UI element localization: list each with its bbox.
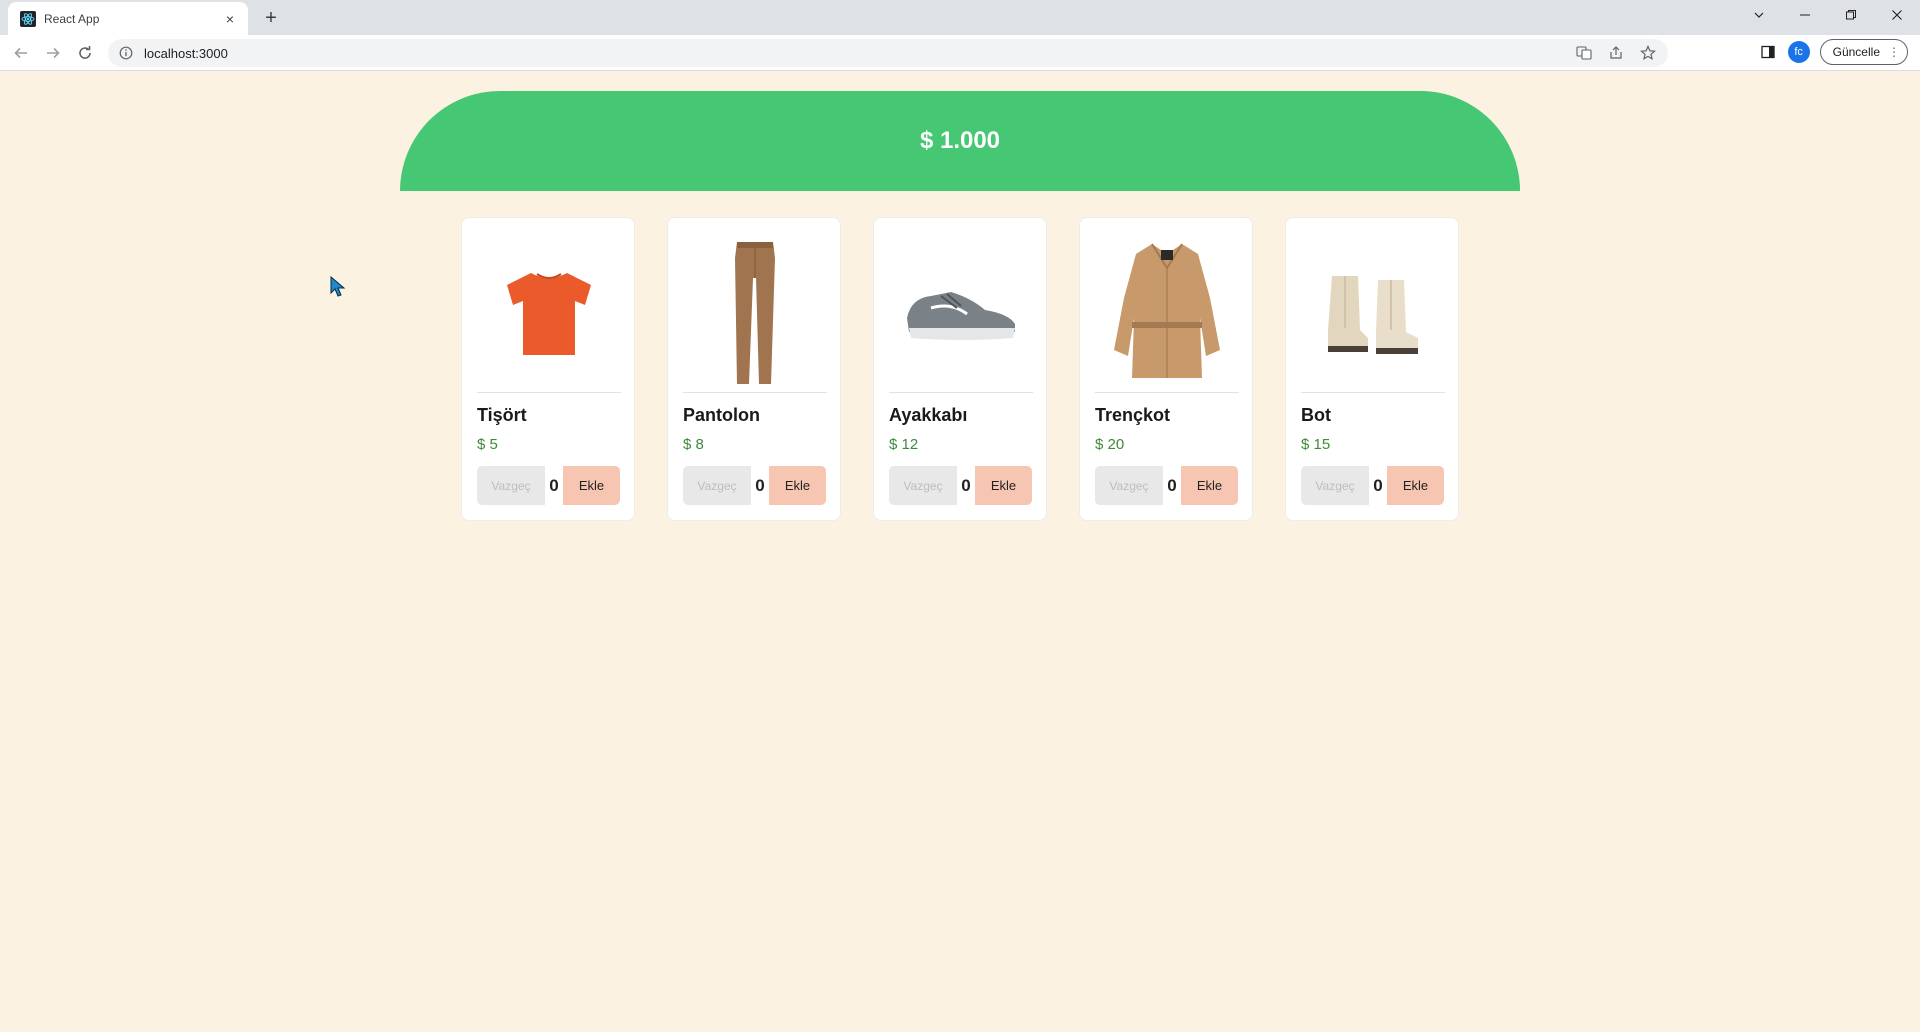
cancel-button[interactable]: Vazgeç xyxy=(889,466,957,505)
toolbar-right: fc Güncelle ⋮ xyxy=(1758,39,1908,65)
profile-avatar[interactable]: fc xyxy=(1787,41,1810,63)
balance-amount: $ 1.000 xyxy=(919,127,1001,154)
add-button[interactable]: Ekle xyxy=(769,466,826,505)
quantity-value: 0 xyxy=(545,466,563,505)
product-name: Bot xyxy=(1301,405,1331,425)
update-label: Güncelle xyxy=(1832,45,1880,59)
cancel-button[interactable]: Vazgeç xyxy=(683,466,751,505)
balance-header: $ 1.000 xyxy=(400,91,1520,191)
update-button[interactable]: Güncelle ⋮ xyxy=(1819,39,1908,65)
side-panel-icon[interactable] xyxy=(1758,42,1778,62)
browser-toolbar: localhost:3000 fc Güncelle ⋮ xyxy=(0,35,1920,71)
bookmark-star-icon[interactable] xyxy=(1638,43,1658,63)
product-card: Trençkot $ 20 Vazgeç 0 Ekle xyxy=(1079,217,1253,521)
tshirt-image xyxy=(477,233,621,393)
omnibox-actions xyxy=(1574,43,1658,63)
product-price: $ 20 xyxy=(1095,436,1125,453)
cancel-button[interactable]: Vazgeç xyxy=(477,466,545,505)
product-actions: Vazgeç 0 Ekle xyxy=(1301,466,1444,505)
product-price: $ 12 xyxy=(889,436,919,453)
product-list: Tişört $ 5 Vazgeç 0 Ekle Pantolon $ 8 Va… xyxy=(461,217,1459,521)
tab-search-icon[interactable] xyxy=(1736,0,1782,30)
product-name: Trençkot xyxy=(1095,405,1171,425)
quantity-value: 0 xyxy=(1163,466,1181,505)
product-price: $ 5 xyxy=(477,436,498,453)
tab-title: React App xyxy=(44,11,100,26)
product-actions: Vazgeç 0 Ekle xyxy=(683,466,826,505)
product-name: Ayakkabı xyxy=(889,405,968,425)
mouse-cursor-icon xyxy=(330,276,346,297)
product-card: Tişört $ 5 Vazgeç 0 Ekle xyxy=(461,217,635,521)
add-button[interactable]: Ekle xyxy=(975,466,1032,505)
react-logo-icon xyxy=(20,10,36,27)
sneaker-image xyxy=(889,233,1033,393)
quantity-value: 0 xyxy=(1369,466,1387,505)
new-tab-button[interactable]: + xyxy=(258,6,284,32)
close-window-icon[interactable] xyxy=(1874,0,1920,30)
pants-image xyxy=(683,233,827,393)
reload-icon[interactable] xyxy=(72,40,98,66)
address-bar[interactable]: localhost:3000 xyxy=(108,39,1668,67)
product-actions: Vazgeç 0 Ekle xyxy=(889,466,1032,505)
share-icon[interactable] xyxy=(1606,43,1626,63)
product-name: Tişört xyxy=(477,405,527,425)
url-text: localhost:3000 xyxy=(144,45,228,61)
add-button[interactable]: Ekle xyxy=(1387,466,1444,505)
browser-tabstrip: React App × + xyxy=(0,0,1920,35)
product-card: Pantolon $ 8 Vazgeç 0 Ekle xyxy=(667,217,841,521)
window-controls xyxy=(1736,0,1920,30)
product-card: Bot $ 15 Vazgeç 0 Ekle xyxy=(1285,217,1459,521)
quantity-value: 0 xyxy=(957,466,975,505)
forward-arrow-icon[interactable] xyxy=(40,40,66,66)
add-button[interactable]: Ekle xyxy=(563,466,620,505)
tab-close-icon[interactable]: × xyxy=(222,11,238,27)
cancel-button[interactable]: Vazgeç xyxy=(1301,466,1369,505)
back-arrow-icon[interactable] xyxy=(8,40,34,66)
trenchcoat-image xyxy=(1095,233,1239,393)
minimize-icon[interactable] xyxy=(1782,0,1828,30)
more-menu-icon: ⋮ xyxy=(1888,45,1900,59)
restore-icon[interactable] xyxy=(1828,0,1874,30)
product-name: Pantolon xyxy=(683,405,760,425)
add-button[interactable]: Ekle xyxy=(1181,466,1238,505)
product-actions: Vazgeç 0 Ekle xyxy=(1095,466,1238,505)
boots-image xyxy=(1301,233,1445,393)
product-card: Ayakkabı $ 12 Vazgeç 0 Ekle xyxy=(873,217,1047,521)
product-price: $ 8 xyxy=(683,436,704,453)
product-actions: Vazgeç 0 Ekle xyxy=(477,466,620,505)
site-info-icon[interactable] xyxy=(118,45,134,61)
cancel-button[interactable]: Vazgeç xyxy=(1095,466,1163,505)
quantity-value: 0 xyxy=(751,466,769,505)
product-price: $ 15 xyxy=(1301,436,1331,453)
browser-tab-active[interactable]: React App × xyxy=(8,2,248,35)
translate-icon[interactable] xyxy=(1574,43,1594,63)
